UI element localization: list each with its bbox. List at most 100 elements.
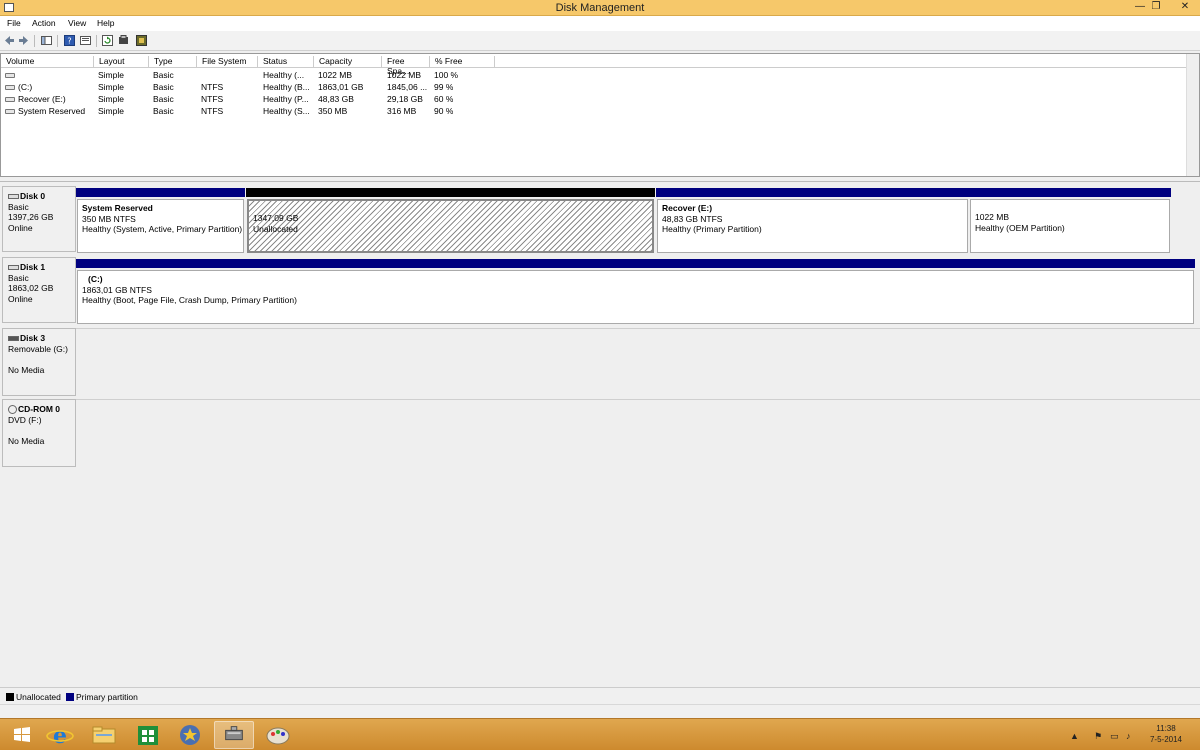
disk-label[interactable]: CD-ROM 0 DVD (F:) No Media (2, 399, 76, 467)
partition-oem[interactable]: 1022 MB Healthy (OEM Partition) (969, 188, 1171, 253)
close-button[interactable]: ✕ (1170, 0, 1200, 16)
column-header-layout[interactable]: Layout (94, 56, 149, 68)
disk-empty-area (76, 328, 1200, 398)
partition-status: Healthy (Boot, Page File, Crash Dump, Pr… (82, 295, 297, 305)
partition-system-reserved[interactable]: System Reserved 350 MB NTFS Healthy (Sys… (76, 188, 245, 253)
layout-cell: Simple (98, 94, 124, 104)
taskbar: e ▲ ⚑ ▭ ♪ 11:38 7-5-2014 (0, 718, 1200, 750)
partition-name: (C:) (88, 274, 103, 284)
status-cell: Healthy (P... (263, 94, 309, 104)
partition-size: 1863,01 GB NTFS (82, 284, 152, 295)
partition-c-drive[interactable]: (C:) 1863,01 GB NTFS Healthy (Boot, Page… (76, 259, 1195, 324)
type-cell: Basic (153, 106, 174, 116)
column-header-free-space[interactable]: Free Spa... (382, 56, 430, 76)
status-bar (0, 704, 1200, 718)
title-bar[interactable]: Disk Management — ❐ ✕ (0, 0, 1200, 16)
capacity-cell: 48,83 GB (318, 94, 354, 104)
maximize-button[interactable]: ❐ (1143, 0, 1169, 16)
legend-swatch-unallocated (6, 693, 14, 701)
column-header-type[interactable]: Type (149, 56, 197, 68)
toolbar-separator (34, 35, 35, 47)
disk-name: CD-ROM 0 (18, 404, 61, 414)
volume-cell: Recover (E:) (5, 94, 93, 104)
store-icon[interactable] (128, 721, 168, 749)
start-icon[interactable] (2, 721, 42, 749)
partition-body: Recover (E:) 48,83 GB NTFS Healthy (Prim… (657, 199, 968, 253)
menu-file[interactable]: File (7, 18, 21, 28)
forward-icon[interactable] (18, 35, 29, 46)
file-explorer-icon[interactable] (84, 721, 124, 749)
partition-body: 1022 MB Healthy (OEM Partition) (970, 199, 1170, 253)
disk-label[interactable]: Disk 3 Removable (G:) No Media (2, 328, 76, 396)
show-hidden-icons-icon[interactable]: ▲ (1070, 731, 1079, 741)
favorites-app-icon[interactable] (170, 721, 210, 749)
volume-row[interactable]: System Reserved Simple Basic NTFS Health… (1, 106, 1186, 118)
partition-status: Healthy (OEM Partition) (975, 222, 1065, 233)
disk-label[interactable]: Disk 0 Basic 1397,26 GB Online (2, 186, 76, 252)
percent-free-cell: 100 % (434, 70, 459, 80)
disk-row: CD-ROM 0 DVD (F:) No Media (0, 399, 1200, 469)
volume-row[interactable]: Simple Basic Healthy (... 1022 MB 1022 M… (1, 70, 1186, 82)
disk-type: Basic (8, 201, 29, 212)
type-cell: Basic (153, 94, 174, 104)
svg-text:?: ? (67, 37, 71, 46)
refresh-icon[interactable] (102, 35, 113, 46)
legend-label-unallocated: Unallocated (16, 692, 61, 702)
drive-icon (5, 109, 15, 115)
percent-free-cell: 99 % (434, 82, 454, 92)
status-cell: Healthy (S... (263, 106, 310, 116)
show-hide-console-tree-icon[interactable] (41, 35, 52, 46)
disk-type: Basic (8, 272, 29, 283)
disk-state: No Media (8, 364, 45, 375)
hard-disk-icon (8, 194, 19, 200)
partition-body: System Reserved 350 MB NTFS Healthy (Sys… (77, 199, 244, 253)
menu-view[interactable]: View (68, 18, 86, 28)
layout-cell: Simple (98, 82, 124, 92)
percent-free-cell: 90 % (434, 106, 454, 116)
action-center-flag-icon[interactable]: ⚑ (1094, 731, 1102, 742)
layout-cell: Simple (98, 106, 124, 116)
column-header-capacity[interactable]: Capacity (314, 56, 382, 68)
column-header-percent-free[interactable]: % Free (430, 56, 495, 68)
layout-cell: Simple (98, 70, 124, 80)
file-system-cell: NTFS (201, 82, 224, 92)
back-icon[interactable] (4, 35, 15, 46)
disk-size (8, 354, 75, 365)
column-header-status[interactable]: Status (258, 56, 314, 68)
settings-icon[interactable] (136, 35, 147, 46)
rescan-disks-icon[interactable] (118, 35, 129, 46)
help-icon[interactable]: ? (64, 35, 75, 46)
network-icon[interactable]: ▭ (1110, 731, 1119, 742)
internet-explorer-icon[interactable]: e (40, 721, 80, 749)
disk-type: Removable (G:) (8, 343, 68, 354)
partition-name: System Reserved (82, 203, 153, 213)
clock[interactable]: 11:38 7-5-2014 (1146, 723, 1186, 745)
menu-bar: File Action View Help (0, 16, 1200, 31)
partition-bar (76, 188, 245, 197)
menu-help[interactable]: Help (97, 18, 114, 28)
disk-label[interactable]: Disk 1 Basic 1863,02 GB Online (2, 257, 76, 323)
volume-row[interactable]: Recover (E:) Simple Basic NTFS Healthy (… (1, 94, 1186, 106)
free-space-cell: 316 MB (387, 106, 417, 116)
disk-row: Disk 0 Basic 1397,26 GB Online System Re… (0, 186, 1200, 256)
paint-icon[interactable] (258, 721, 298, 749)
file-system-cell: NTFS (201, 106, 224, 116)
volume-icon[interactable]: ♪ (1126, 731, 1131, 741)
partition-bar (656, 188, 969, 197)
disk-map: Disk 0 Basic 1397,26 GB Online System Re… (0, 181, 1200, 686)
partition-recover[interactable]: Recover (E:) 48,83 GB NTFS Healthy (Prim… (656, 188, 969, 253)
volume-list[interactable]: Volume Layout Type File System Status Ca… (0, 53, 1200, 177)
properties-icon[interactable] (80, 35, 91, 46)
volume-row[interactable]: (C:) Simple Basic NTFS Healthy (B... 186… (1, 82, 1186, 94)
partition-status: Healthy (Primary Partition) (662, 224, 762, 234)
column-header-volume[interactable]: Volume (1, 56, 94, 68)
disk-state: Online (8, 222, 33, 233)
menu-action[interactable]: Action (32, 18, 56, 28)
disk-management-icon[interactable] (214, 721, 254, 749)
vertical-scrollbar[interactable] (1186, 54, 1199, 176)
cd-rom-icon (8, 405, 17, 415)
partition-unallocated[interactable]: 1347,09 GB Unallocated (246, 188, 655, 253)
column-header-file-system[interactable]: File System (197, 56, 258, 68)
disk-name: Disk 3 (20, 333, 46, 343)
partition-body: (C:) 1863,01 GB NTFS Healthy (Boot, Page… (77, 270, 1194, 324)
